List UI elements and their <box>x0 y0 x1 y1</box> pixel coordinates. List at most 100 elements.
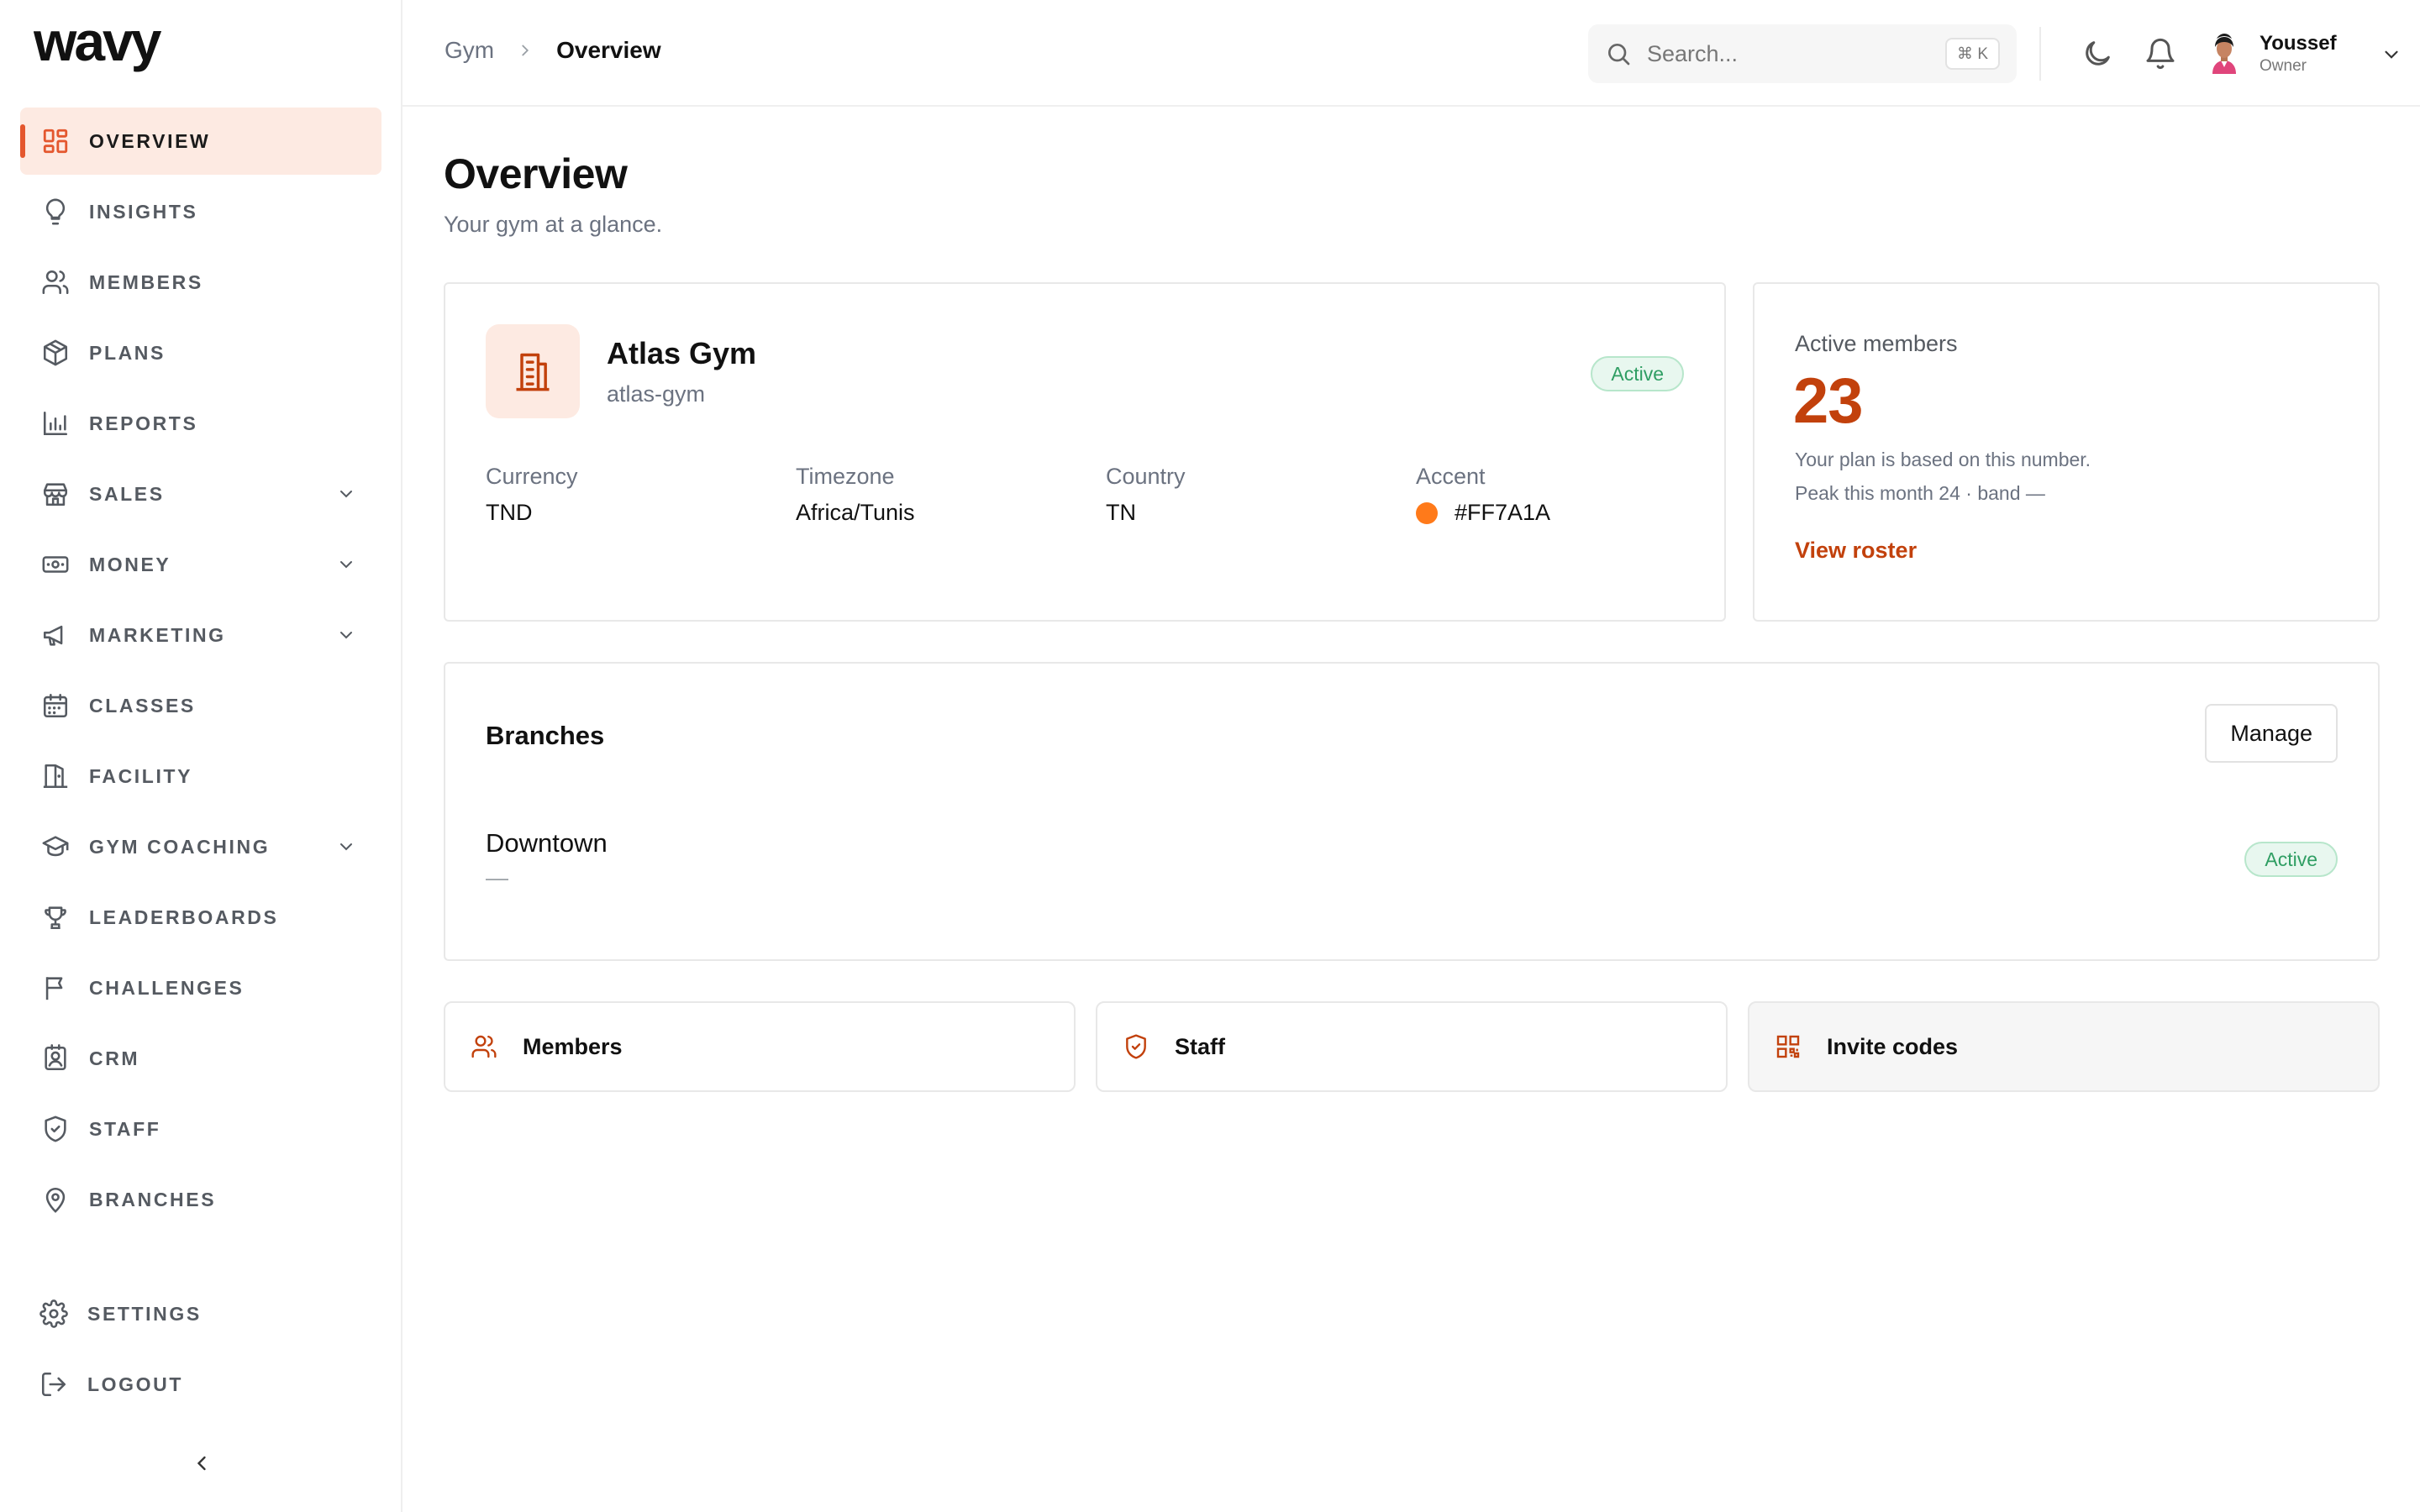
sidebar-item-reports[interactable]: REPORTS <box>20 390 381 457</box>
chevron-down-icon[interactable] <box>336 484 356 504</box>
quick-link-label: Staff <box>1175 1033 1225 1059</box>
sidebar-item-logout[interactable]: LOGOUT <box>20 1351 381 1418</box>
sidebar-item-label: INSIGHTS <box>89 200 198 223</box>
sidebar-item-members[interactable]: MEMBERS <box>20 249 381 316</box>
package-icon <box>40 338 71 368</box>
sidebar-item-branches[interactable]: BRANCHES <box>20 1166 381 1233</box>
sidebar-item-gym-coaching[interactable]: GYM COACHING <box>20 813 381 880</box>
logout-icon <box>39 1369 69 1399</box>
users-icon <box>471 1035 497 1058</box>
user-text: Youssef Owner <box>2260 32 2337 76</box>
field-label: Timezone <box>796 464 895 489</box>
sidebar-item-money[interactable]: MONEY <box>20 531 381 598</box>
quick-link-label: Members <box>523 1033 623 1059</box>
view-roster-link[interactable]: View roster <box>1795 538 1917 564</box>
avatar <box>2212 34 2236 74</box>
quick-link-members[interactable]: Members <box>444 1001 1076 1092</box>
svg-text:wavy: wavy <box>34 18 162 72</box>
collapse-sidebar-chevron-left-icon[interactable] <box>190 1452 213 1475</box>
active-members-count: 23 <box>1793 365 1864 437</box>
sidebar-item-sales[interactable]: SALES <box>20 460 381 528</box>
gym-slug: atlas-gym <box>607 381 706 407</box>
field-value: Africa/Tunis <box>796 500 915 526</box>
breadcrumb: Gym Overview <box>445 37 661 64</box>
manage-branches-button[interactable]: Manage <box>2205 704 2338 763</box>
sidebar-item-label: LEADERBOARDS <box>89 906 279 928</box>
sidebar-item-marketing[interactable]: MARKETING <box>20 601 381 669</box>
field-value: TND <box>486 500 578 526</box>
banknote-icon <box>40 549 71 580</box>
sidebar-item-label: GYM COACHING <box>89 835 271 858</box>
gym-field-accent: Accent #FF7A1A <box>1416 464 1550 526</box>
page-title: Overview <box>444 150 628 197</box>
sidebar-item-crm[interactable]: CRM <box>20 1025 381 1092</box>
page-subtitle: Your gym at a glance. <box>444 212 663 237</box>
sidebar-item-label: FACILITY <box>89 764 193 787</box>
field-value-text: Africa/Tunis <box>796 500 915 525</box>
sidebar-item-classes[interactable]: CLASSES <box>20 672 381 739</box>
brand-logo[interactable]: wavy <box>33 10 193 72</box>
plan-note: Your plan is based on this number. <box>1795 449 2091 470</box>
sidebar-item-label: PLANS <box>89 341 166 364</box>
sidebar-item-insights[interactable]: INSIGHTS <box>20 178 381 245</box>
search-input[interactable] <box>1647 40 1924 67</box>
quick-link-invite-codes[interactable]: Invite codes <box>1748 1001 2380 1092</box>
field-label: Currency <box>486 464 578 489</box>
sidebar-item-plans[interactable]: PLANS <box>20 319 381 386</box>
chevron-down-icon[interactable] <box>336 554 356 575</box>
gym-name: Atlas Gym <box>607 336 757 370</box>
gym-field-country: Country TN <box>1106 464 1186 526</box>
graduation-cap-icon <box>40 832 71 862</box>
gear-icon <box>39 1299 69 1329</box>
breadcrumb-link-gym[interactable]: Gym <box>445 37 494 64</box>
gym-field-currency: Currency TND <box>486 464 578 526</box>
chevron-right-icon <box>522 45 529 56</box>
sidebar-item-label: SALES <box>89 482 165 505</box>
megaphone-icon <box>40 620 71 650</box>
sidebar-item-label: MONEY <box>89 553 171 575</box>
sidebar-item-leaderboards[interactable]: LEADERBOARDS <box>20 884 381 951</box>
status-badge: Active <box>2244 842 2338 877</box>
shield-check-icon <box>40 1114 71 1144</box>
quick-link-label: Invite codes <box>1827 1033 1959 1059</box>
search-icon <box>1608 44 1630 66</box>
sidebar-item-challenges[interactable]: CHALLENGES <box>20 954 381 1021</box>
sidebar-item-settings[interactable]: SETTINGS <box>20 1280 381 1347</box>
sidebar-item-label: STAFF <box>89 1117 161 1140</box>
field-value: TN <box>1106 500 1186 526</box>
gym-card: Atlas Gym atlas-gym Active Currency TND … <box>444 282 1726 622</box>
users-icon <box>40 267 71 297</box>
bell-icon[interactable] <box>2144 37 2177 71</box>
sidebar-nav: OVERVIEW INSIGHTS MEMBERS PLANS REPORTS <box>20 108 381 1254</box>
sidebar-bottom-nav: SETTINGS LOGOUT <box>20 1280 381 1421</box>
sidebar-item-label: CLASSES <box>89 694 196 717</box>
door-icon <box>40 761 71 791</box>
peak-note: Peak this month 24 · band — <box>1795 482 2045 504</box>
moon-icon[interactable] <box>2081 37 2114 71</box>
field-value-text: TN <box>1106 500 1136 525</box>
map-pin-icon <box>40 1184 71 1215</box>
user-menu[interactable]: Youssef Owner <box>2204 29 2402 79</box>
chevron-down-icon[interactable] <box>336 625 356 645</box>
sidebar-item-label: OVERVIEW <box>89 129 211 152</box>
sidebar-item-label: BRANCHES <box>89 1188 217 1210</box>
sidebar-item-label: CRM <box>89 1047 140 1069</box>
sidebar-item-label: MARKETING <box>89 623 226 646</box>
quick-link-staff[interactable]: Staff <box>1096 1001 1728 1092</box>
user-role: Owner <box>2260 57 2307 75</box>
dashboard-grid-icon <box>40 126 71 156</box>
gym-logo <box>486 324 580 418</box>
search-shortcut: ⌘ K <box>1945 38 2000 70</box>
chevron-down-icon[interactable] <box>336 837 356 857</box>
shield-check-icon <box>1126 1034 1146 1059</box>
sidebar-item-overview[interactable]: OVERVIEW <box>20 108 381 175</box>
search-box[interactable]: ⌘ K <box>1588 24 2017 83</box>
flag-icon <box>40 973 71 1003</box>
breadcrumb-current: Overview <box>556 37 661 63</box>
sidebar-item-staff[interactable]: STAFF <box>20 1095 381 1163</box>
field-label: Accent <box>1416 464 1486 489</box>
trophy-icon <box>40 902 71 932</box>
status-badge: Active <box>1591 356 1684 391</box>
branch-name[interactable]: Downtown <box>486 828 608 858</box>
sidebar-item-facility[interactable]: FACILITY <box>20 743 381 810</box>
